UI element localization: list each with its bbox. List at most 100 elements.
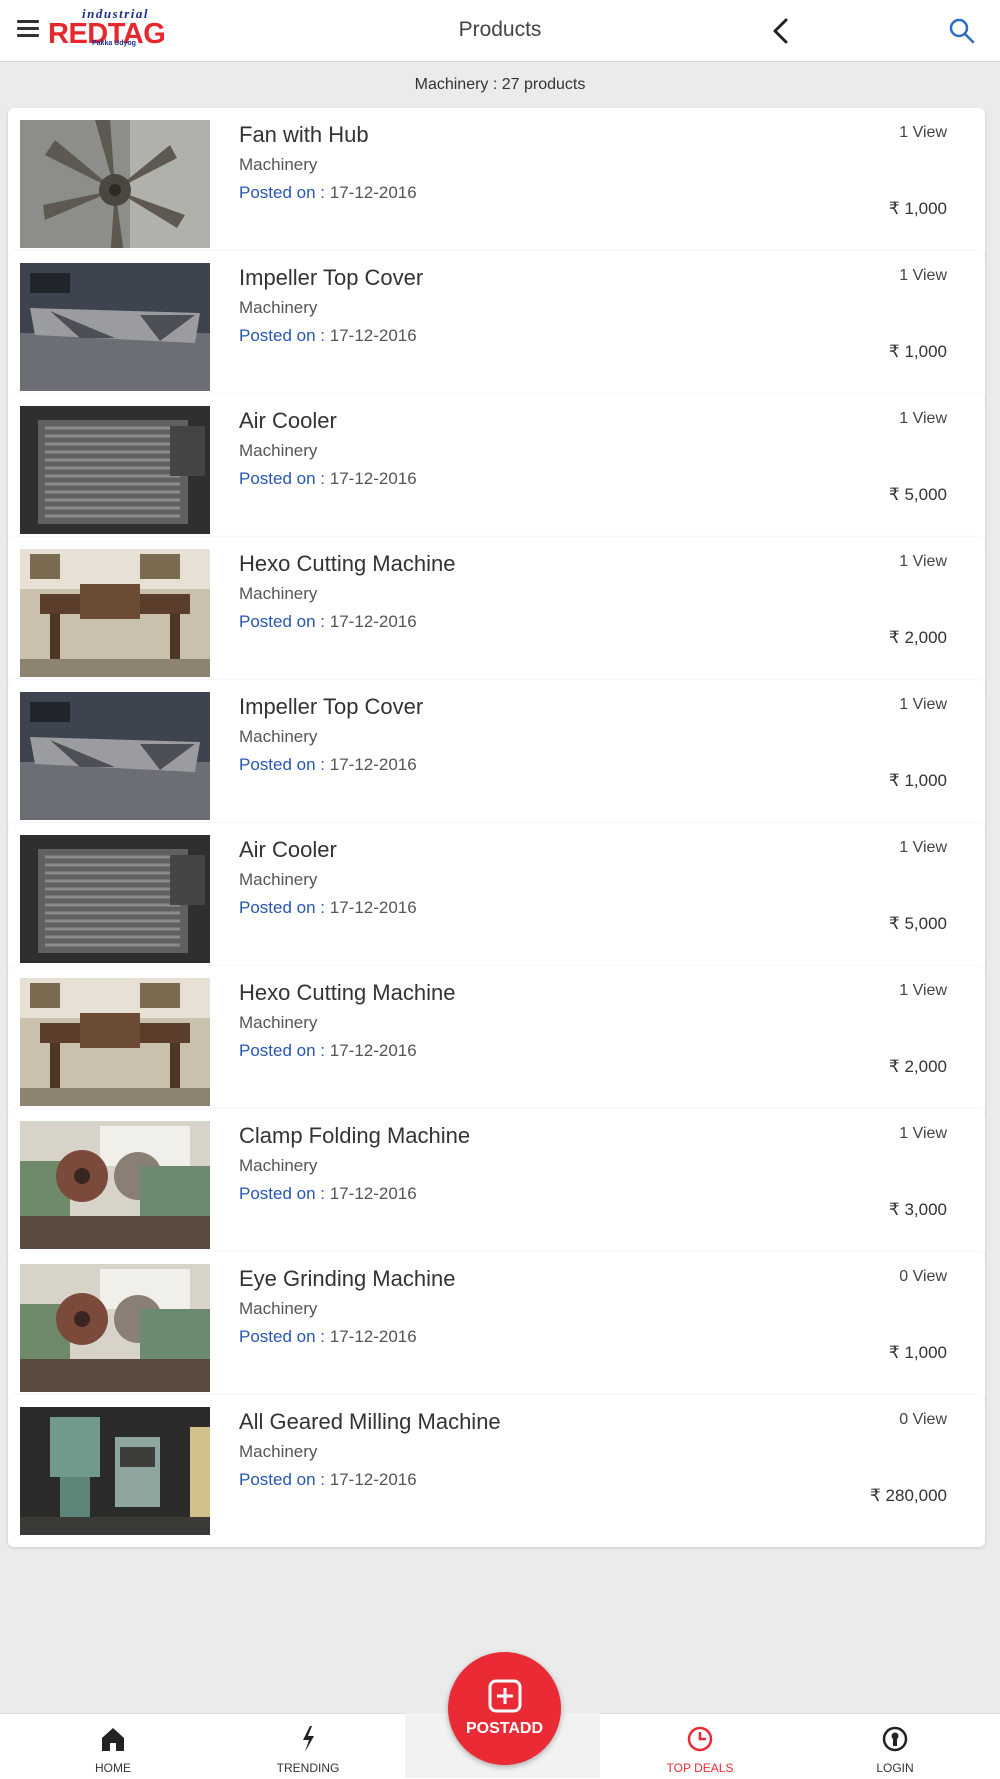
posted-date-value: 17-12-2016 [329,1327,417,1346]
page-title: Products [458,18,542,41]
nav-top-deals[interactable]: TOP DEALS [600,1714,800,1779]
product-card[interactable]: Impeller Top Cover Machinery Posted on : 1… [8,251,985,403]
product-views: 0 View [899,1268,947,1285]
product-card[interactable]: Hexo Cutting Machine Machinery Posted on :… [8,537,985,689]
nav-login[interactable]: LOGIN [795,1714,995,1779]
product-price: ₹ 1,000 [888,771,947,790]
product-category: Machinery [239,1442,318,1461]
product-title[interactable]: Impeller Top Cover [239,694,423,720]
product-image[interactable] [20,549,210,677]
back-arrow-icon[interactable] [768,16,794,46]
product-image[interactable] [20,263,210,391]
posted-date-value: 17-12-2016 [329,1470,417,1489]
product-price: ₹ 2,000 [888,628,947,647]
posted-on-label: Posted on : [239,898,326,917]
product-category: Machinery [239,1013,318,1032]
product-card[interactable]: Air Cooler Machinery Posted on : 17-12-201… [8,394,985,546]
posted-date-value: 17-12-2016 [329,1041,417,1060]
nav-login-label: LOGIN [876,1761,914,1775]
product-title[interactable]: Clamp Folding Machine [239,1123,470,1149]
product-posted-date: Posted on : 17-12-2016 [239,898,417,918]
add-icon [488,1679,522,1713]
clock-icon [687,1726,713,1752]
nav-top-deals-label: TOP DEALS [666,1761,734,1775]
product-card[interactable]: Air Cooler Machinery Posted on : 17-12-201… [8,823,985,975]
product-title[interactable]: All Geared Milling Machine [239,1409,501,1435]
product-views: 1 View [899,839,947,856]
product-posted-date: Posted on : 17-12-2016 [239,1041,417,1061]
product-card[interactable]: All Geared Milling Machine Machinery Poste… [8,1395,985,1547]
product-posted-date: Posted on : 17-12-2016 [239,612,417,632]
nav-home-label: HOME [95,1761,131,1775]
product-category: Machinery [239,870,318,889]
product-card[interactable]: Hexo Cutting Machine Machinery Posted on :… [8,966,985,1118]
post-ad-label: POSTADD [465,1720,544,1737]
posted-date-value: 17-12-2016 [329,898,417,917]
product-views: 1 View [899,1125,947,1142]
product-category: Machinery [239,584,318,603]
posted-date-value: 17-12-2016 [329,469,417,488]
login-icon [882,1726,908,1752]
product-image[interactable] [20,1407,210,1535]
product-card[interactable]: Eye Grinding Machine Machinery Posted on :… [8,1252,985,1404]
product-title[interactable]: Air Cooler [239,408,337,434]
product-views: 1 View [899,982,947,999]
search-icon[interactable] [948,17,976,45]
nav-trending-label: TRENDING [276,1761,340,1775]
product-card[interactable]: Clamp Folding Machine Machinery Posted on … [8,1109,985,1261]
product-card[interactable]: Impeller Top Cover Machinery Posted on : 1… [8,680,985,832]
product-category: Machinery [239,1156,318,1175]
posted-date-value: 17-12-2016 [329,326,417,345]
product-price: ₹ 5,000 [888,914,947,933]
product-views: 1 View [899,124,947,141]
product-posted-date: Posted on : 17-12-2016 [239,326,417,346]
product-views: 1 View [899,410,947,427]
product-image[interactable] [20,1264,210,1392]
product-price: ₹ 5,000 [888,485,947,504]
product-price: ₹ 1,000 [888,342,947,361]
product-title[interactable]: Hexo Cutting Machine [239,551,455,577]
home-icon [102,1728,124,1751]
trending-icon [303,1726,314,1752]
product-image[interactable] [20,978,210,1106]
posted-on-label: Posted on : [239,1041,326,1060]
posted-on-label: Posted on : [239,1470,326,1489]
posted-date-value: 17-12-2016 [329,612,417,631]
product-price: ₹ 1,000 [888,1343,947,1362]
product-title[interactable]: Eye Grinding Machine [239,1266,455,1292]
product-views: 1 View [899,696,947,713]
product-posted-date: Posted on : 17-12-2016 [239,183,417,203]
product-category: Machinery [239,298,318,317]
product-title[interactable]: Fan with Hub [239,122,369,148]
product-category: Machinery [239,155,318,174]
posted-on-label: Posted on : [239,1184,326,1203]
nav-home[interactable]: HOME [13,1714,213,1779]
product-posted-date: Posted on : 17-12-2016 [239,1327,417,1347]
product-category: Machinery [239,727,318,746]
product-image[interactable] [20,1121,210,1249]
product-posted-date: Posted on : 17-12-2016 [239,469,417,489]
product-title[interactable]: Impeller Top Cover [239,265,423,291]
product-price: ₹ 3,000 [888,1200,947,1219]
product-posted-date: Posted on : 17-12-2016 [239,1184,417,1204]
post-ad-button[interactable]: POSTADD [448,1652,561,1765]
posted-on-label: Posted on : [239,1327,326,1346]
product-views: 1 View [899,267,947,284]
product-posted-date: Posted on : 17-12-2016 [239,1470,417,1490]
product-title[interactable]: Hexo Cutting Machine [239,980,455,1006]
nav-trending[interactable]: TRENDING [208,1714,408,1779]
product-list: Fan with Hub Machinery Posted on : 17-12-2… [0,108,1000,1713]
product-price: ₹ 2,000 [888,1057,947,1076]
product-image[interactable] [20,406,210,534]
product-category: Machinery [239,441,318,460]
posted-on-label: Posted on : [239,755,326,774]
product-title[interactable]: Air Cooler [239,837,337,863]
product-card[interactable]: Fan with Hub Machinery Posted on : 17-12-2… [8,108,985,260]
product-image[interactable] [20,120,210,248]
app-header: industrial REDTAG Pakka Udyog Products [0,0,1000,62]
posted-date-value: 17-12-2016 [329,755,417,774]
posted-on-label: Posted on : [239,183,326,202]
category-count-bar: Machinery : 27 products [0,62,1000,108]
product-image[interactable] [20,692,210,820]
product-image[interactable] [20,835,210,963]
